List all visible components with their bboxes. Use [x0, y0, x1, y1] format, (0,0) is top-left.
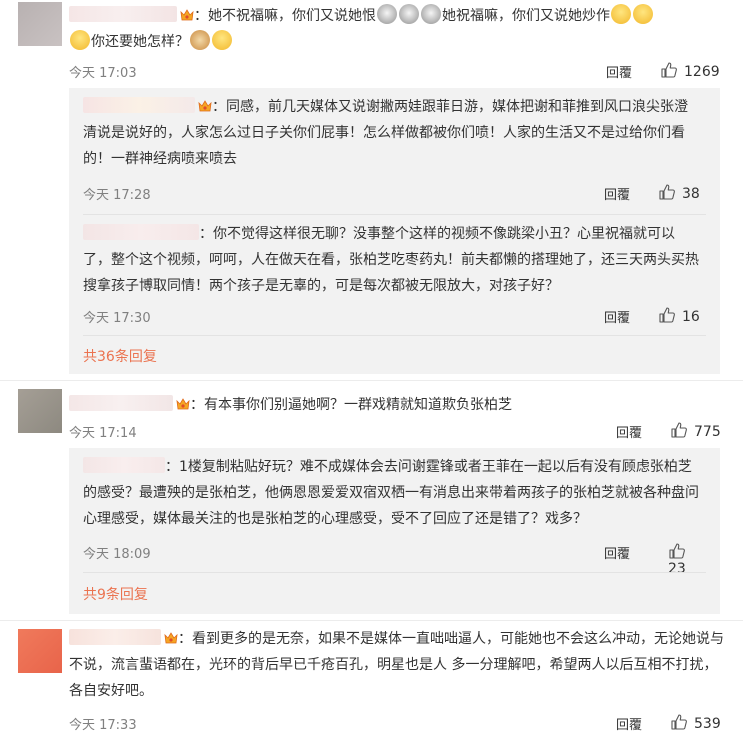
sub-comment-box: ：1楼复制粘贴好玩？难不成媒体会去问谢霆锋或者王菲在一起以后有没有顾虑张柏芝的感…	[69, 448, 720, 614]
sub-comment-text: ：同感，前几天媒体又说谢撇两娃跟菲日游，媒体把谢和菲推到风口浪尖张澄清说是说好的…	[83, 94, 700, 172]
like-button[interactable]: 775	[670, 421, 721, 440]
thumbs-up-icon	[669, 543, 685, 559]
like-count: 539	[694, 716, 721, 732]
doge-emoji-icon	[190, 30, 210, 50]
vip-badge-icon	[198, 96, 212, 112]
crying-emoji-icon	[399, 4, 419, 24]
sub-comment-meta: 今天 17:30 回覆 16	[83, 307, 700, 327]
username-redacted[interactable]	[83, 457, 165, 473]
shy-emoji-icon	[611, 4, 631, 24]
crying-emoji-icon	[377, 4, 397, 24]
avatar[interactable]	[18, 2, 62, 46]
reply-button[interactable]: 回覆	[606, 62, 632, 81]
comment-separator	[0, 620, 743, 621]
like-button[interactable]: 1269	[660, 61, 720, 80]
sub-comment: ：1楼复制粘贴好玩？难不成媒体会去问谢霆锋或者王菲在一起以后有没有顾虑张柏芝的感…	[83, 454, 700, 532]
comment-text: ：看到更多的是无奈，如果不是媒体一直咄咄逼人，可能她也不会这么冲动，无论她说与不…	[69, 626, 725, 704]
comment-text-part: 她祝福嘛，你们又说她炒作	[442, 8, 610, 24]
sub-comment-meta: 今天 17:28 回覆 38	[83, 184, 700, 204]
comment-text-part: ：她不祝福嘛，你们又说她恨	[194, 8, 376, 24]
shy-emoji-icon	[633, 4, 653, 24]
timestamp: 今天 17:28	[83, 188, 151, 203]
comment-text: ：她不祝福嘛，你们又说她恨 她祝福嘛，你们又说她炒作 你还要她怎样？	[69, 3, 725, 55]
sub-comment-meta: 今天 18:09 回覆 23	[83, 543, 700, 577]
thumbs-up-icon	[671, 714, 687, 730]
more-replies-link[interactable]: 共36条回复	[83, 346, 157, 366]
doge-emoji-icon	[212, 30, 232, 50]
reply-button[interactable]: 回覆	[604, 307, 630, 326]
timestamp: 今天 17:03	[69, 66, 137, 81]
sub-comment-text: ：你不觉得这样很无聊？没事整个这样的视频不像跳梁小丑？心里祝福就可以了，整个这个…	[83, 221, 700, 299]
vip-badge-icon	[176, 394, 190, 410]
timestamp: 今天 18:09	[83, 547, 151, 562]
username-redacted[interactable]	[83, 97, 195, 113]
like-count: 1269	[684, 64, 720, 80]
comment-item: ：她不祝福嘛，你们又说她恨 她祝福嘛，你们又说她炒作 你还要她怎样？ 今天 17:…	[0, 0, 743, 374]
like-count: 38	[682, 186, 700, 202]
thumbs-up-icon	[659, 184, 675, 200]
divider	[83, 572, 706, 573]
comment-meta: 今天 17:33 回覆 539	[69, 714, 725, 734]
crying-emoji-icon	[421, 4, 441, 24]
reply-button[interactable]: 回覆	[616, 422, 642, 441]
reply-button[interactable]: 回覆	[604, 184, 630, 203]
username-redacted[interactable]	[69, 395, 173, 411]
comment-text-part: 你还要她怎样？	[91, 34, 189, 50]
username-redacted[interactable]	[69, 629, 161, 645]
comment-separator	[0, 380, 743, 381]
comment-text-body: ：有本事你们别逼她啊？一群戏精就知道欺负张柏芝	[190, 397, 512, 413]
like-count: 775	[694, 424, 721, 440]
divider	[83, 335, 706, 336]
like-count: 16	[682, 309, 700, 325]
like-count: 23	[668, 561, 686, 577]
avatar[interactable]	[18, 629, 62, 673]
sub-comment: ：你不觉得这样很无聊？没事整个这样的视频不像跳梁小丑？心里祝福就可以了，整个这个…	[83, 221, 700, 299]
vip-badge-icon	[180, 5, 194, 21]
shy-emoji-icon	[70, 30, 90, 50]
more-replies-link[interactable]: 共9条回复	[83, 584, 148, 604]
like-button[interactable]: 38	[658, 183, 700, 202]
thumbs-up-icon	[659, 307, 675, 323]
vip-badge-icon	[164, 628, 178, 644]
timestamp: 今天 17:14	[69, 426, 137, 441]
thumbs-up-icon	[661, 62, 677, 78]
comment-item: ：看到更多的是无奈，如果不是媒体一直咄咄逼人，可能她也不会这么冲动，无论她说与不…	[0, 626, 743, 737]
timestamp: 今天 17:33	[69, 718, 137, 733]
comment-meta: 今天 17:14 回覆 775	[69, 422, 725, 442]
sub-comment-box: ：同感，前几天媒体又说谢撇两娃跟菲日游，媒体把谢和菲推到风口浪尖张澄清说是说好的…	[69, 88, 720, 374]
comment-item: ：有本事你们别逼她啊？一群戏精就知道欺负张柏芝 今天 17:14 回覆 775 …	[0, 386, 743, 616]
comment-meta: 今天 17:03 回覆 1269	[69, 62, 725, 82]
sub-comment: ：同感，前几天媒体又说谢撇两娃跟菲日游，媒体把谢和菲推到风口浪尖张澄清说是说好的…	[83, 94, 700, 172]
username-redacted[interactable]	[69, 6, 177, 22]
avatar[interactable]	[18, 389, 62, 433]
reply-button[interactable]: 回覆	[616, 714, 642, 733]
timestamp: 今天 17:30	[83, 311, 151, 326]
reply-button[interactable]: 回覆	[604, 543, 630, 562]
comment-text: ：有本事你们别逼她啊？一群戏精就知道欺负张柏芝	[69, 392, 725, 418]
sub-comment-body: ：1楼复制粘贴好玩？难不成媒体会去问谢霆锋或者王菲在一起以后有没有顾虑张柏芝的感…	[83, 459, 699, 527]
like-button[interactable]: 16	[658, 306, 700, 325]
sub-comment-text: ：1楼复制粘贴好玩？难不成媒体会去问谢霆锋或者王菲在一起以后有没有顾虑张柏芝的感…	[83, 454, 700, 532]
username-redacted[interactable]	[83, 224, 199, 240]
divider	[83, 214, 706, 215]
thumbs-up-icon	[671, 422, 687, 438]
like-button[interactable]: 539	[670, 713, 721, 732]
